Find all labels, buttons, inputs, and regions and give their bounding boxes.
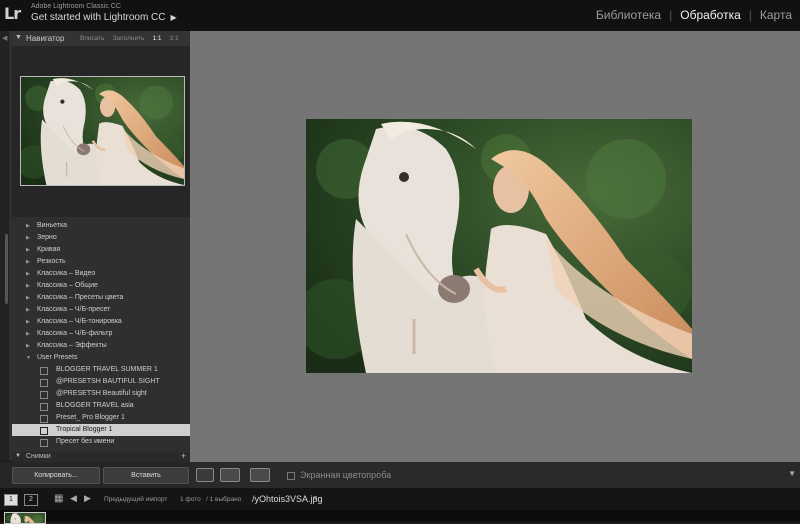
thumbnail-photo [5, 513, 45, 523]
get-started-label: Get started with Lightroom CC [31, 12, 166, 23]
presets-scrollbar[interactable] [5, 234, 8, 304]
preset-icon [40, 391, 48, 399]
preset-item[interactable]: Preset_ Pro Blogger 1 [12, 412, 190, 424]
horse-woman-photo [306, 119, 692, 373]
lightroom-logo: Lr [4, 4, 21, 23]
loupe-view-icon[interactable] [196, 468, 214, 482]
before-after-lr-icon[interactable] [220, 468, 240, 482]
develop-toolbar: Экранная цветопроба ▼ [190, 462, 800, 488]
back-arrow-icon[interactable]: ◀ [70, 493, 77, 504]
folder-triangle-icon: ▶ [26, 295, 30, 301]
preset-folder[interactable]: ▶ Классика – Эффекты [12, 340, 190, 352]
get-started-link[interactable]: Get started with Lightroom CC ▶ [31, 12, 177, 23]
folder-open-triangle-icon: ▼ [26, 355, 31, 361]
preset-icon [40, 439, 48, 447]
preset-icon [40, 379, 48, 387]
preset-folder[interactable]: ▶ Классика – Пресеты цвета [12, 292, 190, 304]
folder-triangle-icon: ▶ [26, 283, 30, 289]
preset-item[interactable]: @PRESETSH Beautiful sight [12, 388, 190, 400]
folder-triangle-icon: ▶ [26, 235, 30, 241]
zoom-1-1[interactable]: 1:1 [153, 35, 162, 42]
module-library[interactable]: Библиотека [588, 8, 669, 22]
preset-icon [40, 427, 48, 435]
filmstrip-thumbnail[interactable] [4, 512, 46, 524]
preset-folder[interactable]: ▶ Классика – Ч/Б-пресет [12, 304, 190, 316]
screen-2-button[interactable]: 2 [24, 494, 38, 506]
toolbar-dropdown-icon[interactable]: ▼ [788, 469, 796, 478]
preset-folder[interactable]: ▶ Кривая [12, 244, 190, 256]
preset-folder[interactable]: ▶ Резкость [12, 256, 190, 268]
preset-item[interactable]: BLOGGER TRAVEL SUMMER 1 [12, 364, 190, 376]
preset-icon [40, 367, 48, 375]
folder-triangle-icon: ▶ [26, 259, 30, 265]
folder-triangle-icon: ▶ [26, 247, 30, 253]
expand-triangle-icon[interactable]: ▼ [15, 34, 22, 41]
expand-triangle-icon[interactable]: ▼ [15, 453, 21, 459]
presets-panel: ▶ Виньетка ▶ Зерно ▶ Кривая ▶ Резкость ▶ Клас… [12, 220, 190, 450]
module-map[interactable]: Карта [752, 8, 800, 22]
copy-paste-bar: Копировать... Вставить [0, 462, 190, 488]
forward-arrow-icon[interactable]: ▶ [84, 493, 91, 504]
preset-folder[interactable]: ▶ Классика – Ч/Б-тонировка [12, 316, 190, 328]
navigator-photo [21, 77, 184, 185]
snapshots-title: Снимки [26, 453, 51, 460]
preset-item[interactable]: BLOGGER TRAVEL asia [12, 400, 190, 412]
photo-count: 1 фото [180, 496, 201, 503]
play-arrow-icon: ▶ [170, 13, 177, 22]
preset-folder[interactable]: ▶ Классика – Видео [12, 268, 190, 280]
preset-icon [40, 415, 48, 423]
selected-count: / 1 выбрано [206, 496, 242, 503]
paste-button[interactable]: Вставить [103, 467, 189, 484]
preset-icon [40, 403, 48, 411]
grid-view-icon[interactable]: ▦ [54, 493, 63, 504]
preset-item-selected[interactable]: Tropical Blogger 1 [12, 424, 190, 436]
main-photo[interactable] [306, 119, 692, 373]
zoom-fit[interactable]: Вписать [80, 35, 105, 42]
collapse-left-icon[interactable]: ◀ [2, 34, 7, 42]
snapshots-header[interactable]: ▼ Снимки + [12, 451, 190, 462]
filmstrip [0, 510, 800, 524]
folder-triangle-icon: ▶ [26, 223, 30, 229]
folder-triangle-icon: ▶ [26, 319, 30, 325]
add-snapshot-button[interactable]: + [181, 451, 186, 461]
filmstrip-bar: 1 2 ▦ ◀ ▶ Предыдущий импорт 1 фото / 1 в… [0, 488, 800, 510]
softproof-label: Экранная цветопроба [300, 470, 392, 480]
preset-folder[interactable]: ▶ Классика – Ч/Б-фильтр [12, 328, 190, 340]
preset-item[interactable]: Пресет без имени [12, 436, 190, 448]
app-name: Adobe Lightroom Classic CC [31, 3, 121, 10]
folder-triangle-icon: ▶ [26, 331, 30, 337]
preset-folder-user[interactable]: ▼ User Presets [12, 352, 190, 364]
top-bar: Lr Adobe Lightroom Classic CC Get starte… [0, 0, 800, 31]
module-develop[interactable]: Обработка [672, 8, 749, 22]
zoom-options: Вписать Заполнить 1:1 3:1 [80, 35, 179, 42]
zoom-fill[interactable]: Заполнить [113, 35, 145, 42]
navigator-preview[interactable] [20, 76, 185, 186]
filename-dropdown-icon[interactable]: ▼ [312, 495, 318, 502]
folder-triangle-icon: ▶ [26, 271, 30, 277]
module-picker: Библиотека | Обработка | Карта [588, 8, 800, 22]
preset-item[interactable]: @PRESETSH BAUTIFUL SIGHT [12, 376, 190, 388]
preset-folder[interactable]: ▶ Классика – Общие [12, 280, 190, 292]
folder-triangle-icon: ▶ [26, 307, 30, 313]
preset-folder[interactable]: ▶ Виньетка [12, 220, 190, 232]
navigator-panel: ▼ Навигатор Вписать Заполнить 1:1 3:1 [12, 31, 190, 217]
zoom-3-1[interactable]: 3:1 [170, 35, 179, 42]
copy-button[interactable]: Копировать... [12, 467, 100, 484]
before-after-split-icon[interactable] [250, 468, 270, 482]
navigator-title: Навигатор [26, 34, 65, 43]
screen-1-button[interactable]: 1 [4, 494, 18, 506]
navigator-header[interactable]: ▼ Навигатор Вписать Заполнить 1:1 3:1 [12, 31, 190, 46]
folder-triangle-icon: ▶ [26, 343, 30, 349]
preset-folder[interactable]: ▶ Зерно [12, 232, 190, 244]
source-label[interactable]: Предыдущий импорт [104, 496, 167, 503]
softproof-checkbox[interactable] [287, 472, 295, 480]
